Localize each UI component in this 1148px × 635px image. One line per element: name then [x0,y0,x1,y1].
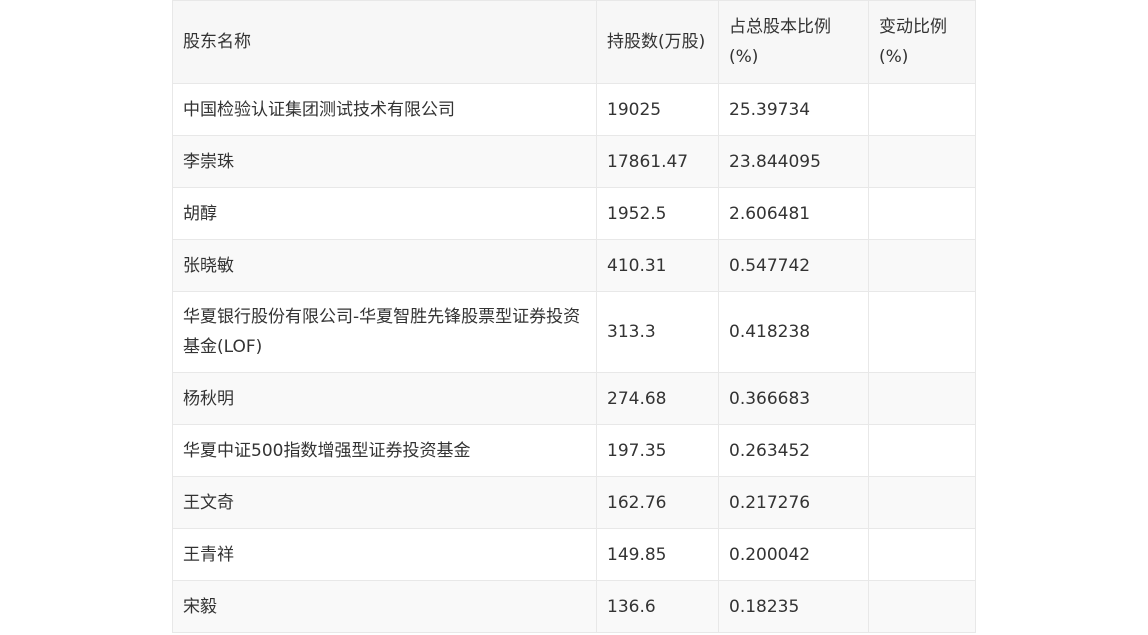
header-share-ratio: 占总股本比例(%) [718,0,869,84]
cell-ratio: 23.844095 [718,135,869,188]
cell-ratio: 0.200042 [718,528,869,581]
cell-ratio: 0.18235 [718,580,869,633]
cell-ratio: 0.263452 [718,424,869,477]
table-row: 杨秋明 274.68 0.366683 [172,372,976,425]
cell-name: 宋毅 [172,580,597,633]
cell-ratio: 0.366683 [718,372,869,425]
table-row: 张晓敏 410.31 0.547742 [172,239,976,292]
cell-shares: 1952.5 [596,187,719,240]
table-row: 华夏中证500指数增强型证券投资基金 197.35 0.263452 [172,424,976,477]
table-row: 宋毅 136.6 0.18235 [172,580,976,633]
cell-change [868,135,976,188]
cell-change [868,528,976,581]
cell-name: 张晓敏 [172,239,597,292]
cell-change [868,372,976,425]
cell-name: 华夏中证500指数增强型证券投资基金 [172,424,597,477]
cell-change [868,187,976,240]
table-row: 华夏银行股份有限公司-华夏智胜先锋股票型证券投资基金(LOF) 313.3 0.… [172,291,976,373]
table-row: 李崇珠 17861.47 23.844095 [172,135,976,188]
header-shares-held: 持股数(万股) [596,0,719,84]
cell-change [868,580,976,633]
shareholder-table: 股东名称 持股数(万股) 占总股本比例(%) 变动比例(%) 中国检验认证集团测… [172,0,976,633]
cell-name: 杨秋明 [172,372,597,425]
cell-name: 中国检验认证集团测试技术有限公司 [172,83,597,136]
cell-shares: 17861.47 [596,135,719,188]
cell-ratio: 2.606481 [718,187,869,240]
cell-change [868,291,976,373]
cell-shares: 197.35 [596,424,719,477]
cell-shares: 162.76 [596,476,719,529]
table-row: 胡醇 1952.5 2.606481 [172,187,976,240]
cell-ratio: 0.418238 [718,291,869,373]
header-shareholder-name: 股东名称 [172,0,597,84]
cell-name: 李崇珠 [172,135,597,188]
cell-name: 胡醇 [172,187,597,240]
header-change-ratio: 变动比例(%) [868,0,976,84]
cell-change [868,476,976,529]
table-header-row: 股东名称 持股数(万股) 占总股本比例(%) 变动比例(%) [172,0,976,84]
cell-name: 王文奇 [172,476,597,529]
table-row: 王青祥 149.85 0.200042 [172,528,976,581]
cell-ratio: 25.39734 [718,83,869,136]
cell-shares: 149.85 [596,528,719,581]
table-row: 中国检验认证集团测试技术有限公司 19025 25.39734 [172,83,976,136]
cell-name: 王青祥 [172,528,597,581]
cell-shares: 136.6 [596,580,719,633]
cell-shares: 19025 [596,83,719,136]
cell-ratio: 0.217276 [718,476,869,529]
cell-change [868,239,976,292]
cell-change [868,83,976,136]
cell-name: 华夏银行股份有限公司-华夏智胜先锋股票型证券投资基金(LOF) [172,291,597,373]
shareholder-table-container: 股东名称 持股数(万股) 占总股本比例(%) 变动比例(%) 中国检验认证集团测… [172,0,976,633]
cell-change [868,424,976,477]
table-row: 王文奇 162.76 0.217276 [172,476,976,529]
cell-shares: 313.3 [596,291,719,373]
cell-shares: 274.68 [596,372,719,425]
cell-shares: 410.31 [596,239,719,292]
cell-ratio: 0.547742 [718,239,869,292]
